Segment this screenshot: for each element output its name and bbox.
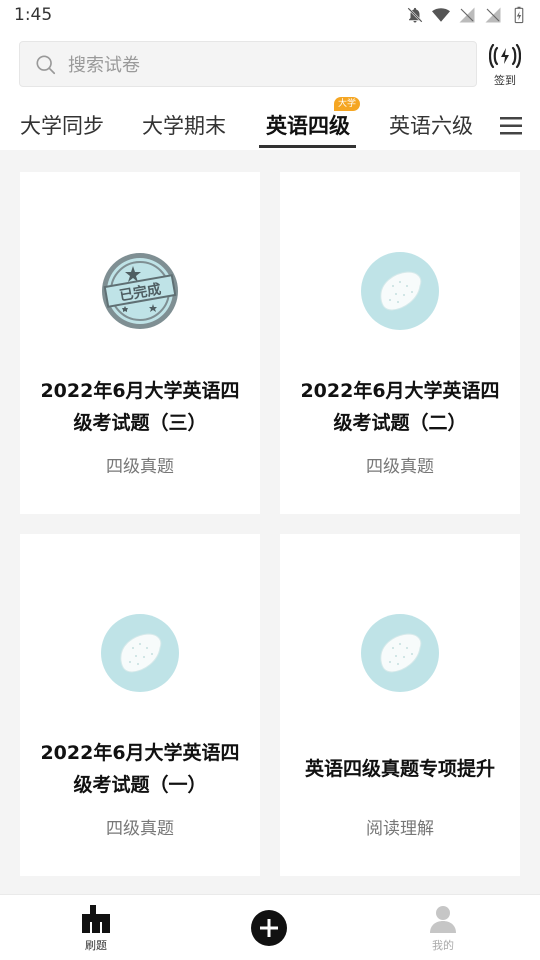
card-title-line: 2022年6月大学英语四 [40,742,240,764]
card-tag: 阅读理解 [366,819,434,839]
search-icon [36,55,56,75]
user-icon [430,906,456,933]
signal-icon [459,7,475,23]
category-tabs: 大学同步 大学期末 英语四级 大学 英语六级 [0,97,540,150]
practice-icon [82,905,110,933]
broadcast-icon [489,44,521,68]
menu-icon[interactable] [500,116,522,136]
nav-label: 我的 [432,939,454,952]
search-box[interactable] [19,41,477,88]
tab-university-sync[interactable]: 大学同步 [20,110,104,140]
header: 签到 大学同步 大学期末 英语四级 大学 英语六级 [0,32,540,150]
card-title: 2022年6月大学英语四 级考试题（二） [290,375,510,439]
card-title-line: 2022年6月大学英语四 [300,380,500,402]
paper-card[interactable]: 英语四级真题专项提升 阅读理解 [280,534,520,876]
status-time: 1:45 [14,5,53,25]
card-title: 2022年6月大学英语四 级考试题（三） [30,375,250,439]
wifi-icon [432,8,450,22]
status-bar: 1:45 [0,0,540,32]
card-tag: 四级真题 [106,819,174,839]
tab-cet6[interactable]: 英语六级 [389,110,473,140]
card-tag: 四级真题 [366,457,434,477]
card-title-line: 级考试题（二） [333,412,467,434]
card-title: 2022年6月大学英语四 级考试题（一） [30,737,250,801]
bottom-nav: 刷题 我的 [0,894,540,960]
search-input[interactable] [66,42,470,88]
add-button[interactable] [250,909,288,947]
paper-card[interactable]: 2022年6月大学英语四 级考试题（一） 四级真题 [20,534,260,876]
card-tag: 四级真题 [106,457,174,477]
nav-label: 刷题 [85,939,107,952]
notifications-off-icon [407,7,423,23]
card-title: 英语四级真题专项提升 [304,758,495,780]
paper-card[interactable]: 已完成 2022年6月大学英语四 级考试题（三） 四级真题 [20,172,260,514]
nav-mine[interactable]: 我的 [403,905,483,953]
active-tab-indicator [259,145,356,148]
paper-leaf-icon [361,252,439,330]
signin-button[interactable]: 签到 [483,44,527,90]
signin-label: 签到 [494,74,516,87]
paper-leaf-icon [101,614,179,692]
battery-icon [514,6,524,24]
card-title-line: 2022年6月大学英语四 [40,380,240,402]
paper-card[interactable]: 2022年6月大学英语四 级考试题（二） 四级真题 [280,172,520,514]
paper-leaf-icon [361,614,439,692]
card-title-line: 级考试题（三） [73,412,207,434]
signal-icon-2 [485,7,501,23]
card-title-line: 级考试题（一） [73,774,207,796]
tab-cet4[interactable]: 英语四级 [266,110,350,140]
completed-stamp-icon: 已完成 [102,253,178,329]
tab-university-final[interactable]: 大学期末 [142,110,226,140]
nav-practice[interactable]: 刷题 [56,905,136,953]
tab-badge: 大学 [334,97,361,111]
